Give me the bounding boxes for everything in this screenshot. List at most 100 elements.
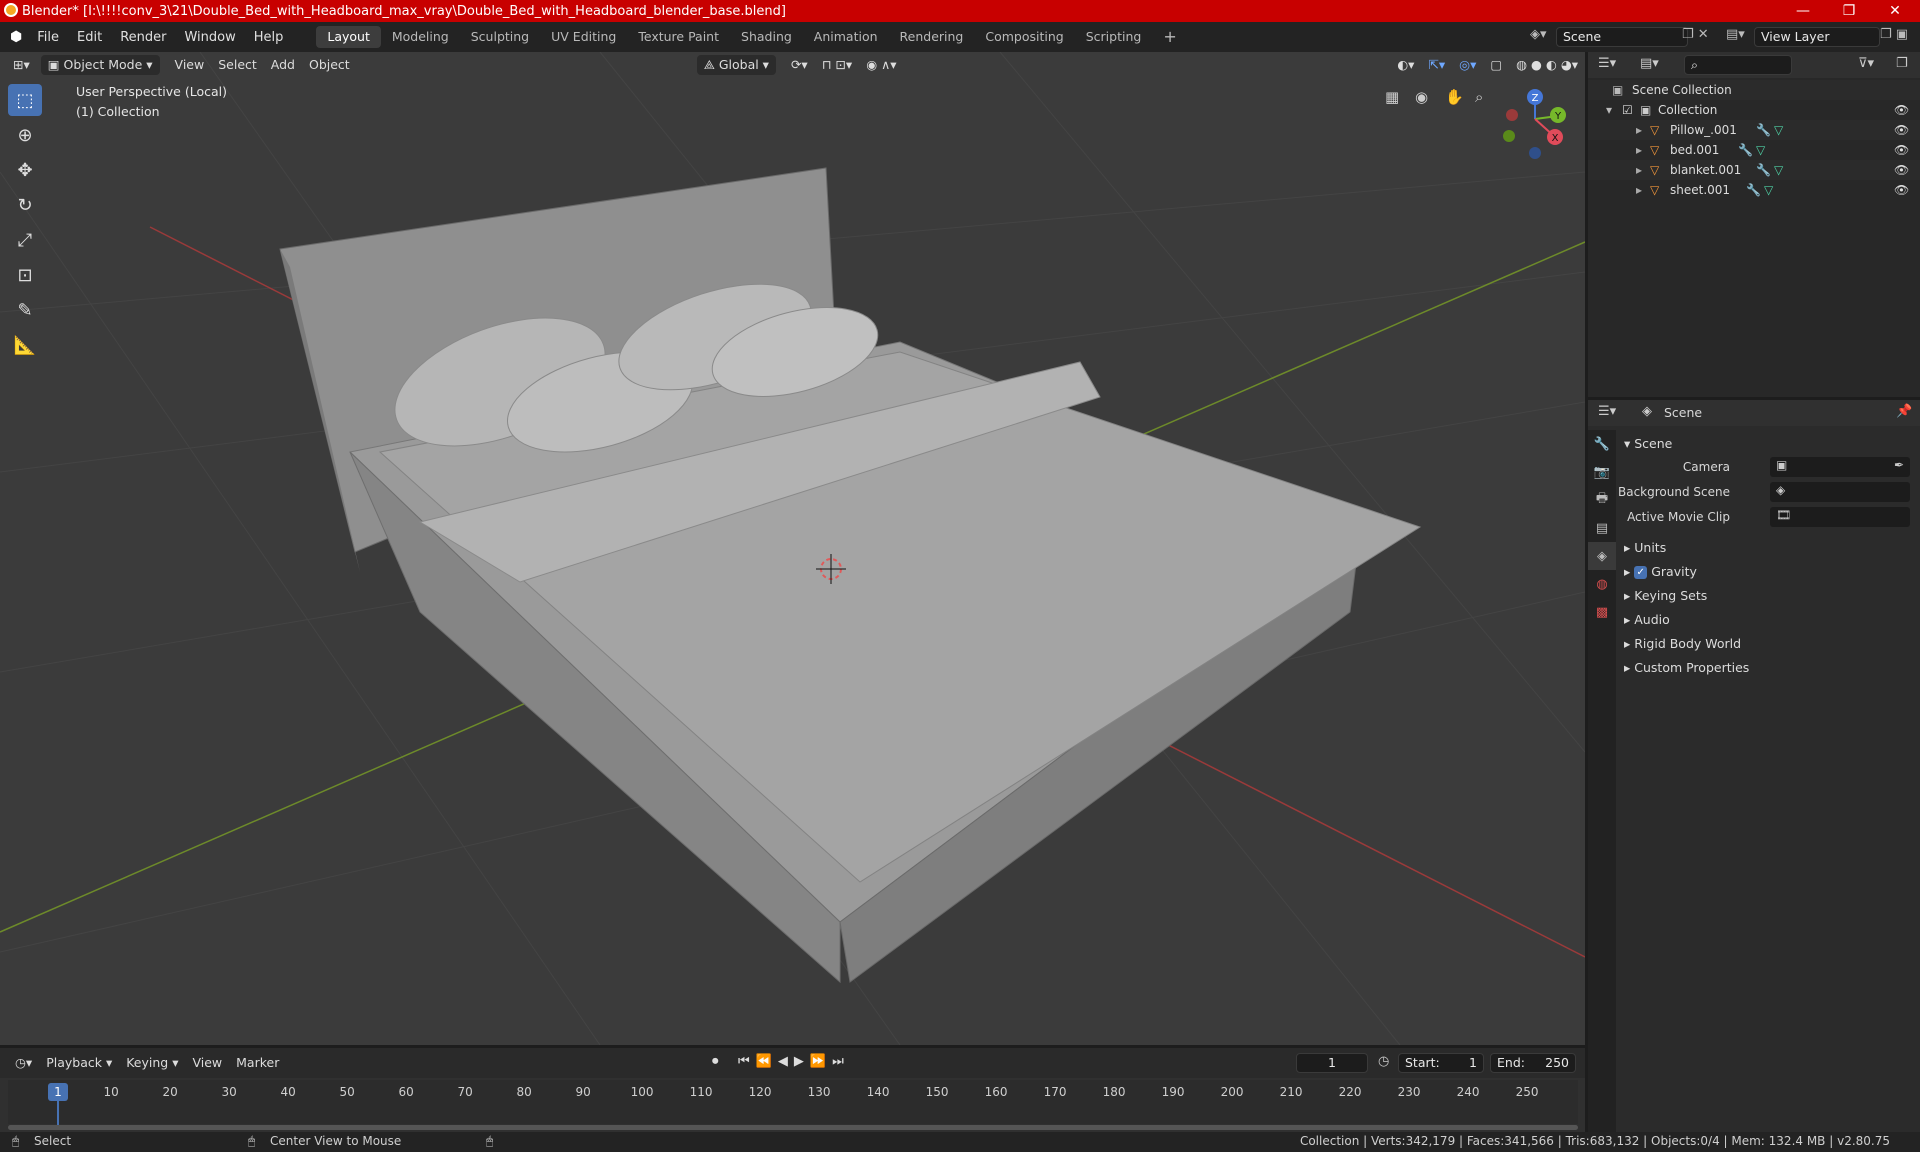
tab-texture-paint[interactable]: Texture Paint	[627, 26, 730, 48]
gravity-checkbox[interactable]: ✓	[1634, 566, 1648, 579]
cursor-tool-icon[interactable]: ⊕	[8, 119, 42, 151]
transform-tool-icon[interactable]: ⊡	[8, 259, 42, 291]
xray-icon[interactable]: ▢	[1483, 55, 1509, 75]
rigid-body-world-panel-header[interactable]: ▸ Rigid Body World	[1624, 636, 1741, 651]
expand-arrow-icon[interactable]: ▸	[1636, 140, 1642, 160]
outliner-editor-type-icon[interactable]: ☰▾	[1598, 56, 1616, 71]
render-tab-icon[interactable]: 📷	[1588, 458, 1616, 486]
units-panel-header[interactable]: ▸ Units	[1624, 540, 1666, 555]
end-frame-field[interactable]: End: 250	[1490, 1053, 1576, 1073]
timeline-menu-playback[interactable]: Playback ▾	[39, 1053, 119, 1073]
view-layer-field[interactable]: View Layer	[1754, 27, 1880, 47]
scene-tab-icon[interactable]: ◈	[1588, 542, 1616, 570]
gravity-panel-header[interactable]: ▸ ✓ Gravity	[1624, 564, 1697, 579]
rotate-tool-icon[interactable]: ↻	[8, 189, 42, 221]
properties-editor-type-icon[interactable]: ☰▾	[1598, 404, 1616, 419]
tool-tab-icon[interactable]: 🔧	[1588, 430, 1616, 458]
viewport-menu-view[interactable]: View	[168, 55, 212, 75]
preview-range-icon[interactable]: ◷	[1378, 1054, 1389, 1069]
visibility-eye-icon[interactable]: 👁	[1894, 100, 1909, 120]
expand-arrow-icon[interactable]: ▸	[1636, 160, 1642, 180]
pivot-icon[interactable]: ⟳▾	[784, 55, 815, 75]
scene-browse-icon[interactable]: ◈▾	[1530, 27, 1547, 42]
output-tab-icon[interactable]: 🖶	[1588, 486, 1616, 514]
outliner-row-pillow[interactable]: ▸ ▽ Pillow_.001 🔧 ▽ 👁	[1588, 120, 1920, 140]
current-frame-field[interactable]: 1	[1296, 1053, 1368, 1073]
view-layer-browse-icon[interactable]: ▤▾	[1726, 27, 1745, 42]
camera-view-icon[interactable]: ◉	[1415, 88, 1428, 106]
visibility-icon[interactable]: ◐▾	[1390, 55, 1421, 75]
playback-controls-icon[interactable]: ⏮⏪◀▶⏩⏭	[738, 1054, 850, 1069]
maximize-button[interactable]: ❐	[1826, 0, 1872, 22]
expand-arrow-icon[interactable]: ▾	[1606, 100, 1612, 120]
pan-hand-icon[interactable]: ✋	[1445, 88, 1464, 106]
proportional-edit-icon[interactable]: ◉ ∧▾	[859, 55, 903, 75]
timeline-editor-type-icon[interactable]: ◷▾	[8, 1053, 39, 1073]
texture-tab-icon[interactable]: ▩	[1588, 598, 1616, 626]
snap-icon[interactable]: ⊓ ⊡▾	[815, 55, 859, 75]
move-tool-icon[interactable]: ✥	[8, 154, 42, 186]
timeline-scrollbar[interactable]	[8, 1125, 1578, 1130]
scene-copy-icon[interactable]: ❐ ✕	[1682, 27, 1709, 42]
tab-compositing[interactable]: Compositing	[974, 26, 1074, 48]
collection-checkbox[interactable]: ☑	[1622, 100, 1633, 120]
menu-edit[interactable]: Edit	[68, 30, 111, 45]
annotate-tool-icon[interactable]: ✎	[8, 294, 42, 326]
tab-sculpting[interactable]: Sculpting	[460, 26, 540, 48]
eyedropper-icon[interactable]: ✒	[1894, 458, 1904, 472]
menu-window[interactable]: Window	[175, 30, 244, 45]
editor-type-icon[interactable]: ⊞▾	[6, 55, 37, 75]
viewport-menu-add[interactable]: Add	[264, 55, 302, 75]
timeline-menu-view[interactable]: View	[185, 1053, 229, 1073]
keying-sets-panel-header[interactable]: ▸ Keying Sets	[1624, 588, 1707, 603]
view-layer-tab-icon[interactable]: ▤	[1588, 514, 1616, 542]
visibility-eye-icon[interactable]: 👁	[1894, 140, 1909, 160]
viewport-menu-object[interactable]: Object	[302, 55, 357, 75]
audio-panel-header[interactable]: ▸ Audio	[1624, 612, 1670, 627]
tab-animation[interactable]: Animation	[803, 26, 889, 48]
pin-icon[interactable]: 📌	[1896, 404, 1912, 419]
visibility-eye-icon[interactable]: 👁	[1894, 160, 1909, 180]
outliner-row-blanket[interactable]: ▸ ▽ blanket.001 🔧 ▽ 👁	[1588, 160, 1920, 180]
object-mode-dropdown[interactable]: ▣ Object Mode ▾	[40, 55, 160, 75]
scene-field[interactable]: Scene	[1556, 27, 1688, 47]
tab-modeling[interactable]: Modeling	[381, 26, 460, 48]
menu-help[interactable]: Help	[245, 30, 293, 45]
tab-uv-editing[interactable]: UV Editing	[540, 26, 627, 48]
3d-viewport[interactable]: Z Y X ⊞▾ ▣ Object Mode ▾ View Select Add…	[0, 52, 1585, 1045]
scene-panel-header[interactable]: ▾ Scene	[1624, 436, 1672, 451]
custom-properties-panel-header[interactable]: ▸ Custom Properties	[1624, 660, 1749, 675]
tab-rendering[interactable]: Rendering	[889, 26, 975, 48]
zoom-icon[interactable]: ⌕	[1475, 88, 1483, 106]
new-collection-icon[interactable]: ❐	[1896, 56, 1908, 71]
timeline-menu-marker[interactable]: Marker	[229, 1053, 286, 1073]
visibility-eye-icon[interactable]: 👁	[1894, 180, 1909, 200]
transform-orientation-dropdown[interactable]: ⟁ Global ▾	[696, 55, 776, 75]
visibility-eye-icon[interactable]: 👁	[1894, 120, 1909, 140]
outliner-row-scene-collection[interactable]: ▣ Scene Collection	[1588, 80, 1920, 100]
outliner-row-sheet[interactable]: ▸ ▽ sheet.001 🔧 ▽ 👁	[1588, 180, 1920, 200]
world-tab-icon[interactable]: ◍	[1588, 570, 1616, 598]
viewport-menu-select[interactable]: Select	[211, 55, 264, 75]
outliner-row-bed[interactable]: ▸ ▽ bed.001 🔧 ▽ 👁	[1588, 140, 1920, 160]
measure-tool-icon[interactable]: 📐	[8, 329, 42, 361]
toggle-perspective-icon[interactable]: ▦	[1385, 88, 1399, 106]
expand-arrow-icon[interactable]: ▸	[1636, 180, 1642, 200]
outliner-row-collection[interactable]: ▾ ☑ ▣ Collection 👁	[1588, 100, 1920, 120]
add-workspace-icon[interactable]: +	[1152, 26, 1187, 48]
close-button[interactable]: ✕	[1872, 0, 1918, 22]
tab-scripting[interactable]: Scripting	[1075, 26, 1153, 48]
camera-field[interactable]: ▣ ✒	[1770, 457, 1910, 477]
outliner-search-input[interactable]: ⌕	[1684, 55, 1792, 75]
timeline-menu-keying[interactable]: Keying ▾	[119, 1053, 185, 1073]
overlay-toggle-icon[interactable]: ◎▾	[1452, 55, 1483, 75]
select-box-tool-icon[interactable]: ⬚	[8, 84, 42, 116]
tab-shading[interactable]: Shading	[730, 26, 803, 48]
menu-file[interactable]: File	[28, 30, 68, 45]
expand-arrow-icon[interactable]: ▸	[1636, 120, 1642, 140]
tab-layout[interactable]: Layout	[316, 26, 381, 48]
filter-icon[interactable]: ⊽▾	[1858, 56, 1874, 71]
view-layer-copy-icon[interactable]: ❐ ▣	[1880, 27, 1908, 42]
menu-render[interactable]: Render	[111, 30, 175, 45]
active-movie-clip-field[interactable]: 🎞	[1770, 507, 1910, 527]
